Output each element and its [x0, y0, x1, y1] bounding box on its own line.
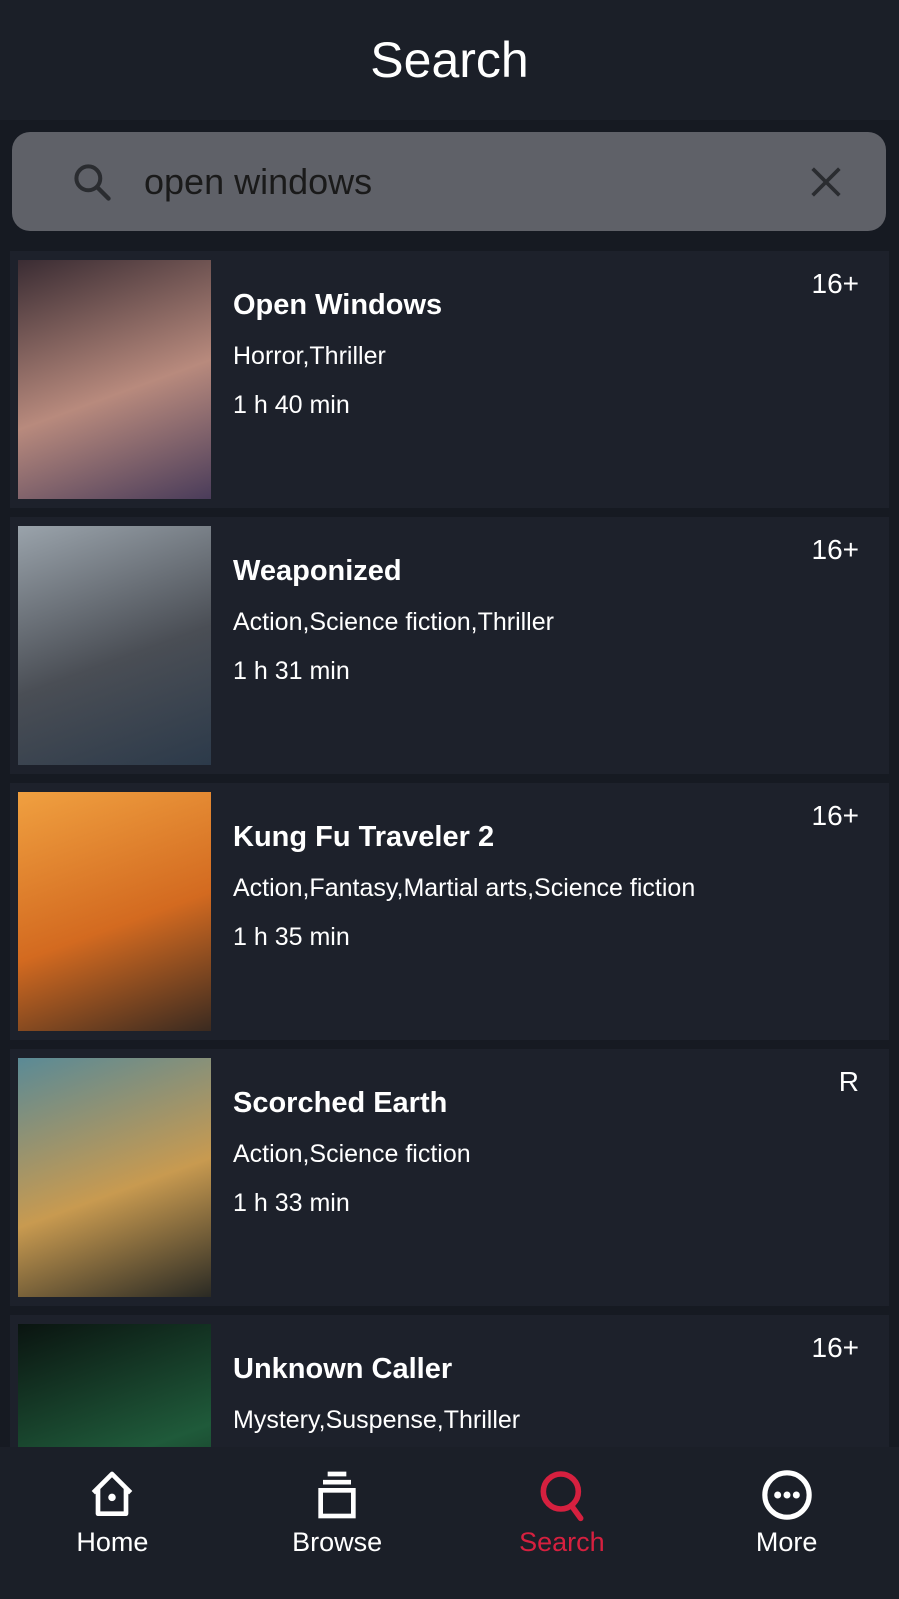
nav-home[interactable]: Home: [0, 1447, 225, 1599]
result-genres: Mystery,Suspense,Thriller: [233, 1406, 521, 1434]
rating-badge: 16+: [811, 534, 860, 565]
nav-label: Home: [76, 1527, 149, 1557]
nav-search[interactable]: Search: [450, 1447, 675, 1599]
result-genres: Action,Fantasy,Martial arts,Science fict…: [233, 874, 696, 902]
more-icon: [761, 1470, 812, 1520]
rating-badge: R: [838, 1066, 859, 1097]
nav-label: Search: [519, 1527, 605, 1557]
browse-icon: [318, 1471, 356, 1519]
result-title: Open Windows: [233, 289, 443, 321]
result-item[interactable]: Kung Fu Traveler 2 Action,Fantasy,Martia…: [10, 783, 889, 1040]
result-duration: 1 h 33 min: [233, 1189, 350, 1217]
search-icon: [540, 1471, 584, 1522]
nav-label: Browse: [292, 1527, 383, 1557]
header: Search: [0, 0, 899, 120]
result-genres: Action,Science fiction,Thriller: [233, 608, 554, 636]
search-icon: [74, 163, 111, 201]
search-bar: [12, 132, 886, 231]
nav-more[interactable]: More: [674, 1447, 899, 1599]
result-title: Scorched Earth: [233, 1087, 448, 1119]
result-item[interactable]: Weaponized Action,Science fiction,Thrill…: [10, 517, 889, 774]
result-genres: Horror,Thriller: [233, 342, 386, 370]
nav-label: More: [755, 1527, 818, 1557]
result-duration: 1 h 40 min: [233, 391, 350, 419]
result-duration: 1 h 35 min: [233, 923, 350, 951]
result-title: Weaponized: [233, 555, 402, 587]
result-title: Unknown Caller: [233, 1353, 453, 1385]
poster-image[interactable]: [18, 792, 211, 1031]
bottom-nav: Home Browse Search More: [0, 1447, 899, 1599]
rating-badge: 16+: [811, 800, 860, 831]
page-title: Search: [370, 32, 529, 88]
poster-image[interactable]: [18, 526, 211, 765]
result-item[interactable]: Open Windows Horror,Thriller 1 h 40 min …: [10, 251, 889, 508]
rating-badge: 16+: [811, 268, 860, 299]
nav-browse[interactable]: Browse: [225, 1447, 450, 1599]
result-duration: 1 h 31 min: [233, 657, 350, 685]
rating-badge: 16+: [811, 1332, 860, 1363]
result-title: Kung Fu Traveler 2: [233, 821, 495, 853]
result-item[interactable]: Scorched Earth Action,Science fiction 1 …: [10, 1049, 889, 1306]
poster-image[interactable]: [18, 1058, 211, 1297]
result-genres: Action,Science fiction: [233, 1140, 471, 1168]
search-input[interactable]: [142, 159, 766, 204]
home-icon: [92, 1471, 133, 1516]
poster-image[interactable]: [18, 260, 211, 499]
close-icon[interactable]: [806, 162, 846, 202]
